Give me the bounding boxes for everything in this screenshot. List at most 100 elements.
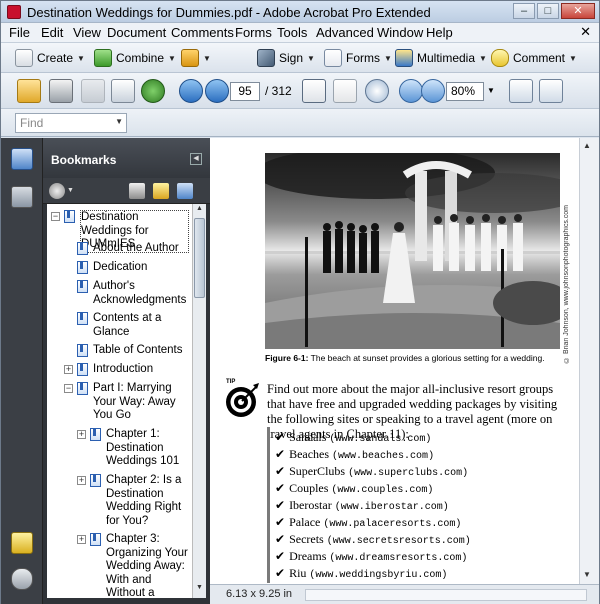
zoom-in-icon[interactable] <box>421 79 445 103</box>
bookmark-item[interactable]: + Introduction <box>64 363 189 377</box>
wedding-photo <box>265 153 560 349</box>
chevron-down-icon: ▼ <box>203 53 211 63</box>
upload-globe-icon[interactable] <box>141 79 165 103</box>
bookmark-item[interactable]: Contents at a Glance <box>77 312 189 339</box>
multimedia-button[interactable]: Multimedia ▼ <box>395 47 487 69</box>
menu-edit[interactable]: Edit <box>41 25 63 40</box>
delete-bookmark-icon[interactable] <box>129 183 145 199</box>
sign-button[interactable]: Sign ▼ <box>257 47 315 69</box>
signatures-panel-icon[interactable] <box>11 186 33 208</box>
minimize-button[interactable]: – <box>513 3 535 19</box>
options-gear-icon[interactable] <box>49 183 65 199</box>
horizontal-scrollbar[interactable] <box>305 589 587 601</box>
scroll-up-icon[interactable]: ▲ <box>583 141 591 150</box>
menu-tools[interactable]: Tools <box>277 25 307 40</box>
combine-button[interactable]: Combine ▼ <box>94 47 176 69</box>
bookmark-item[interactable]: + Chapter 1: Destination Weddings 101 <box>77 428 189 469</box>
bookmark-item[interactable]: About the Author <box>77 242 189 256</box>
collapse-icon[interactable]: − <box>51 212 60 221</box>
find-input[interactable]: Find ▼ <box>15 113 127 133</box>
bookmark-item[interactable]: + Chapter 3: Organizing Your Wedding Awa… <box>77 533 189 598</box>
list-rule <box>267 427 270 583</box>
chevron-down-icon[interactable]: ▼ <box>115 117 123 126</box>
bookmark-icon <box>90 428 101 441</box>
bookmark-icon <box>77 280 88 293</box>
save-icon[interactable] <box>81 79 105 103</box>
scroll-up-icon[interactable]: ▲ <box>194 205 205 217</box>
page-number-input[interactable]: 95 <box>230 82 260 101</box>
bookmark-item[interactable]: − Part I: Marrying Your Way: Away You Go <box>64 382 189 423</box>
title-bar[interactable]: Destination Weddings for Dummies.pdf - A… <box>1 1 599 23</box>
comments-panel-icon[interactable] <box>11 532 33 554</box>
create-button[interactable]: Create ▼ <box>15 47 85 69</box>
menu-document[interactable]: Document <box>107 25 166 40</box>
bookmarks-scrollbar[interactable]: ▲ ▼ <box>192 204 206 598</box>
scroll-down-icon[interactable]: ▼ <box>194 584 205 596</box>
document-scrollbar[interactable]: ▲ ▼ <box>579 138 599 584</box>
menu-forms[interactable]: Forms <box>235 25 272 40</box>
menu-comments[interactable]: Comments <box>171 25 234 40</box>
chevron-down-icon: ▼ <box>77 53 85 63</box>
bookmark-item[interactable]: Table of Contents <box>77 344 189 358</box>
maximize-button[interactable]: □ <box>537 3 559 19</box>
close-window-button[interactable]: ✕ <box>561 3 595 19</box>
scrolling-mode-icon[interactable] <box>509 79 533 103</box>
expand-icon[interactable]: + <box>64 365 73 374</box>
expand-icon[interactable]: + <box>77 476 86 485</box>
print-icon[interactable] <box>49 79 73 103</box>
bookmarks-panel: Bookmarks ◀ ▼ − Destination Weddings for… <box>43 138 210 604</box>
checkmark-icon: ✔ <box>275 498 286 512</box>
list-item: ✔ Riu (www.weddingsbyriu.com) <box>275 566 448 581</box>
bookmarks-panel-icon[interactable] <box>11 148 33 170</box>
bookmarks-title: Bookmarks <box>51 153 117 167</box>
checkmark-icon: ✔ <box>275 549 286 563</box>
find-toolbar: Find ▼ <box>1 109 599 137</box>
bookmark-item[interactable]: + Chapter 2: Is a Destination Wedding Ri… <box>77 474 189 528</box>
new-bookmark-icon[interactable] <box>153 183 169 199</box>
menu-help[interactable]: Help <box>426 25 453 40</box>
email-icon[interactable] <box>111 79 135 103</box>
fit-page-icon[interactable] <box>539 79 563 103</box>
collapse-panel-icon[interactable]: ◀ <box>190 153 202 165</box>
bookmark-icon <box>77 382 88 395</box>
select-cursor-icon[interactable] <box>302 79 326 103</box>
collaborate-icon <box>181 49 199 67</box>
bookmarks-toolbar: ▼ <box>43 178 210 204</box>
zoom-level-input[interactable]: 80% <box>446 82 484 101</box>
forms-button[interactable]: Forms ▼ <box>324 47 392 69</box>
close-document-icon[interactable]: ✕ <box>580 24 591 40</box>
zoom-marquee-icon[interactable] <box>365 79 389 103</box>
zoom-dropdown-icon[interactable]: ▼ <box>487 86 495 95</box>
bookmark-item[interactable]: Dedication <box>77 261 189 275</box>
window-title: Destination Weddings for Dummies.pdf - A… <box>27 5 431 20</box>
bookmark-icon <box>77 312 88 325</box>
next-page-icon[interactable] <box>205 79 229 103</box>
menu-view[interactable]: View <box>73 25 101 40</box>
collapse-icon[interactable]: − <box>64 384 73 393</box>
expand-bookmark-icon[interactable] <box>177 183 193 199</box>
menu-window[interactable]: Window <box>377 25 423 40</box>
scroll-thumb[interactable] <box>194 218 205 298</box>
scroll-down-icon[interactable]: ▼ <box>583 570 591 579</box>
acrobat-app-icon <box>7 5 21 19</box>
bookmark-icon <box>90 533 101 546</box>
list-item: ✔ Sandals (www.sandals.com) <box>275 430 432 445</box>
previous-page-icon[interactable] <box>179 79 203 103</box>
zoom-out-icon[interactable] <box>399 79 423 103</box>
open-folder-icon[interactable] <box>17 79 41 103</box>
hand-icon[interactable] <box>333 79 357 103</box>
attachments-paperclip-icon[interactable] <box>11 568 33 590</box>
bookmark-item[interactable]: Author's Acknowledgments <box>77 280 189 307</box>
menu-file[interactable]: File <box>9 25 30 40</box>
chevron-down-icon: ▼ <box>307 53 315 63</box>
bookmark-icon <box>64 210 75 223</box>
bookmark-icon <box>77 363 88 376</box>
chevron-down-icon: ▼ <box>168 53 176 63</box>
collaborate-button[interactable]: ▼ <box>181 47 211 69</box>
expand-icon[interactable]: + <box>77 535 86 544</box>
menu-advanced[interactable]: Advanced <box>316 25 374 40</box>
chevron-down-icon[interactable]: ▼ <box>67 187 74 194</box>
chevron-down-icon: ▼ <box>569 53 577 63</box>
comment-button[interactable]: Comment ▼ <box>491 47 577 69</box>
expand-icon[interactable]: + <box>77 430 86 439</box>
